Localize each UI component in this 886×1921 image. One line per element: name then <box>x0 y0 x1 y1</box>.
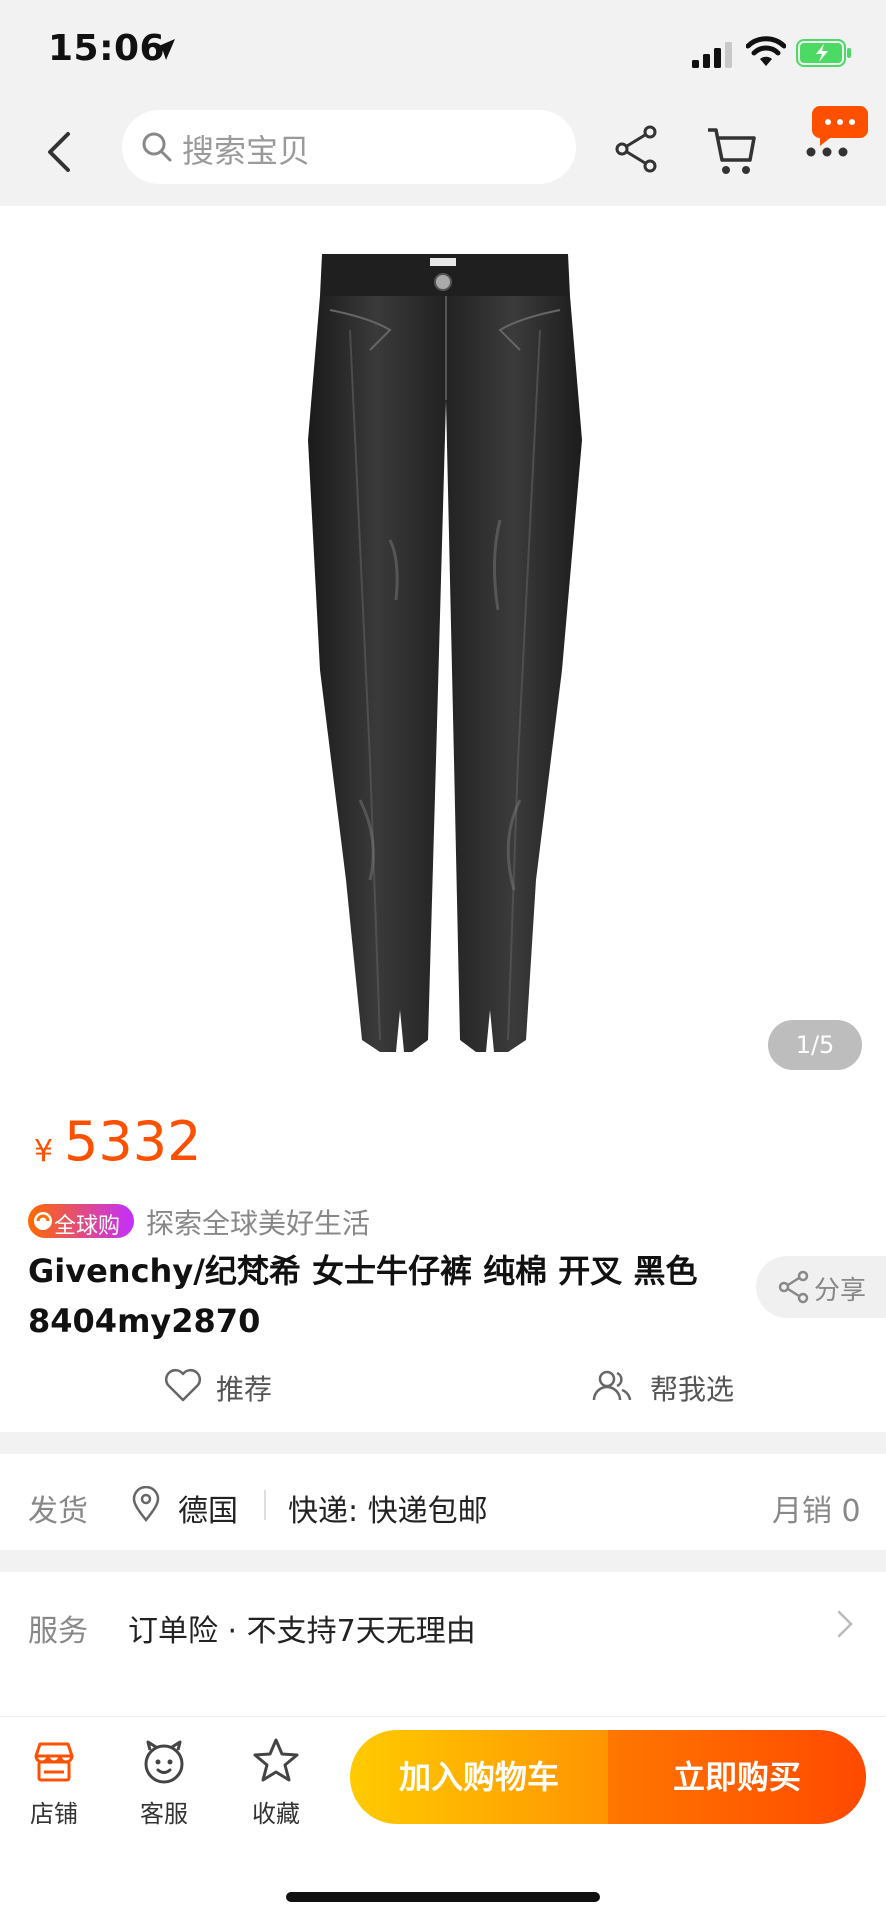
service-text[interactable]: 订单险 · 不支持7天无理由 <box>128 1606 476 1650</box>
star-icon[interactable] <box>252 1736 300 1784</box>
image-counter: 1/5 <box>768 1020 862 1070</box>
share-label: 分享 <box>814 1276 867 1306</box>
shipping-label: 发货 <box>28 1494 88 1529</box>
shipping-express: 快递: 快递包邮 <box>288 1494 488 1529</box>
share-icon <box>778 1270 809 1304</box>
shipping-origin: 德国 <box>178 1494 238 1529</box>
home-indicator[interactable] <box>286 1892 600 1902</box>
shop-icon[interactable] <box>30 1738 78 1786</box>
recommend-button[interactable]: 推荐 <box>216 1368 272 1408</box>
buy-now-button[interactable]: 立即购买 <box>608 1730 866 1824</box>
divider <box>264 1490 266 1520</box>
tab-shop-label[interactable]: 店铺 <box>30 1794 78 1829</box>
monthly-sales: 月销 0 <box>772 1494 861 1529</box>
people-icon[interactable] <box>592 1368 632 1402</box>
product-title: Givenchy/纪梵希 女士牛仔裤 纯棉 开叉 黑色 8404my2870 <box>28 1252 698 1340</box>
global-buy-logo-icon <box>34 1212 52 1230</box>
section-divider <box>0 1550 886 1572</box>
global-buy-badge-text: 全球购 <box>54 1214 121 1239</box>
status-time: 15:06 <box>48 28 166 69</box>
battery-icon <box>796 39 851 67</box>
section-divider <box>0 1432 886 1454</box>
global-slogan: 探索全球美好生活 <box>146 1207 371 1240</box>
signal-icon <box>692 42 732 68</box>
share-icon[interactable] <box>614 124 660 174</box>
price-value: 5332 <box>64 1110 202 1173</box>
tab-service-label[interactable]: 客服 <box>140 1794 188 1829</box>
tab-favorite-label[interactable]: 收藏 <box>252 1794 300 1829</box>
location-arrow-icon <box>154 39 175 60</box>
search-icon <box>142 132 172 162</box>
back-icon[interactable] <box>40 128 80 176</box>
add-to-cart-button[interactable]: 加入购物车 <box>350 1730 608 1824</box>
price-currency: ¥ <box>34 1134 54 1169</box>
cart-icon[interactable] <box>706 122 758 178</box>
wifi-icon <box>746 36 786 66</box>
heart-icon[interactable] <box>164 1368 202 1402</box>
location-pin-icon <box>132 1486 160 1522</box>
service-label: 服务 <box>28 1614 88 1649</box>
customer-service-icon[interactable] <box>140 1738 188 1786</box>
chevron-right-icon[interactable] <box>836 1608 854 1640</box>
message-badge[interactable] <box>812 102 868 146</box>
search-placeholder: 搜索宝贝 <box>182 132 311 170</box>
product-jeans-image[interactable] <box>300 240 590 1060</box>
help-me-choose-button[interactable]: 帮我选 <box>650 1368 734 1408</box>
